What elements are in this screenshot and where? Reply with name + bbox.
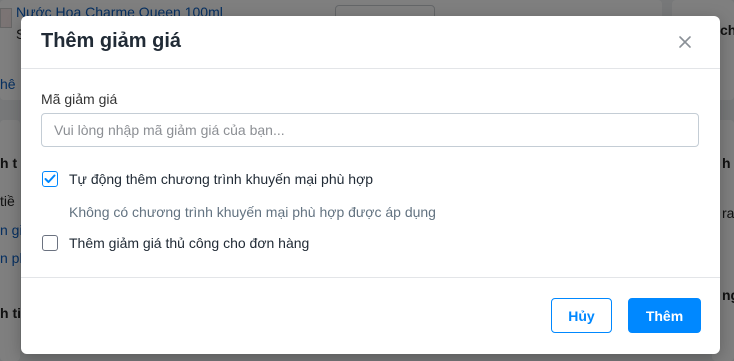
modal-footer-divider [21, 277, 720, 278]
manual-discount-label: Thêm giảm giá thủ công cho đơn hàng [69, 235, 310, 251]
cancel-button[interactable]: Hủy [551, 298, 612, 333]
close-button[interactable] [676, 33, 694, 51]
auto-promo-label: Tự động thêm chương trình khuyến mại phù… [69, 171, 374, 187]
auto-promo-option[interactable]: Tự động thêm chương trình khuyến mại phù… [42, 171, 373, 187]
manual-discount-checkbox[interactable] [42, 235, 58, 251]
checkmark-icon [44, 174, 56, 183]
add-button[interactable]: Thêm [628, 298, 701, 333]
modal-title: Thêm giảm giá [41, 30, 182, 52]
add-discount-modal: Thêm giảm giá Mã giảm giá Tự động thêm c… [21, 16, 720, 354]
discount-code-input[interactable] [41, 113, 699, 147]
close-icon [679, 36, 691, 48]
no-promo-note: Không có chương trình khuyến mại phù hợp… [69, 204, 436, 220]
auto-promo-checkbox[interactable] [42, 171, 58, 187]
discount-code-label: Mã giảm giá [41, 91, 118, 107]
manual-discount-option[interactable]: Thêm giảm giá thủ công cho đơn hàng [42, 235, 309, 251]
modal-header: Thêm giảm giá [21, 16, 720, 69]
